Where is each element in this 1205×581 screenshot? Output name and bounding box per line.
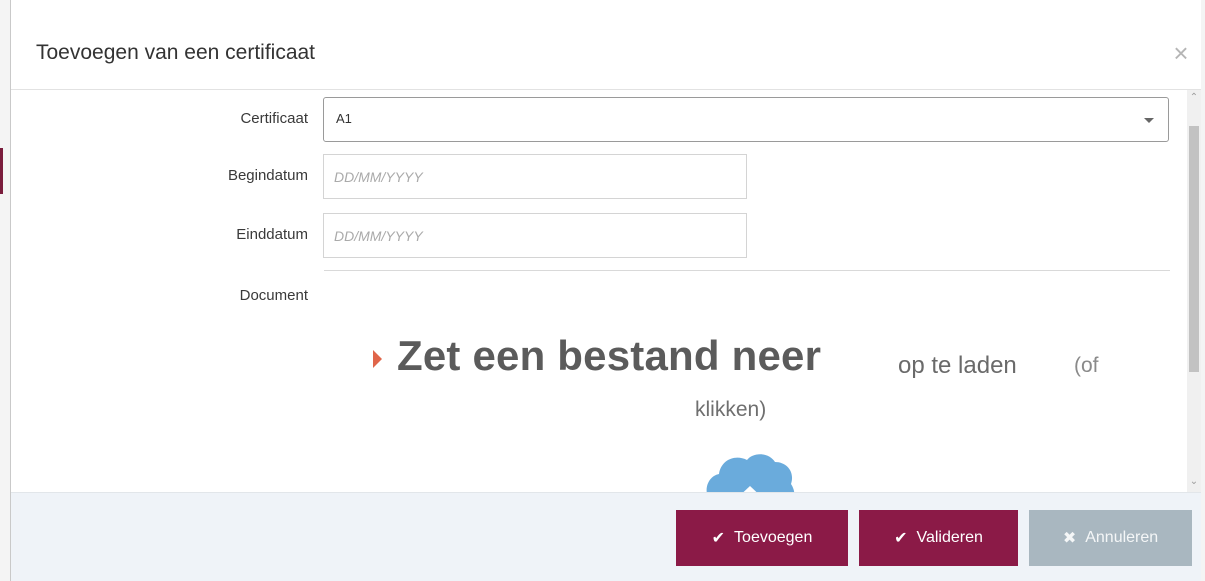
form-divider [324,270,1170,271]
check-icon: ✔ [711,530,726,547]
dropzone-rest-text: op te laden [898,352,1017,379]
end-date-label: Einddatum [236,226,308,243]
end-date-input[interactable] [323,213,747,258]
backdrop-accent-mark [0,148,3,194]
dialog-scrollbar[interactable]: ⌃ ⌄ [1187,90,1201,492]
scroll-down-arrow-icon[interactable]: ⌄ [1187,474,1201,490]
close-icon: × [1173,38,1189,68]
cancel-button-label: Annuleren [1085,529,1159,546]
scroll-up-arrow-icon[interactable]: ⌃ [1187,90,1201,106]
caret-down-icon [1144,118,1154,123]
start-date-label: Begindatum [227,167,308,184]
check-icon: ✔ [894,530,908,547]
validate-button-label: Valideren [916,529,983,546]
times-icon: ✖ [1062,530,1077,547]
add-button[interactable]: ✔ Toevoegen [676,510,848,566]
close-button[interactable]: × [1169,40,1193,68]
cloud-upload-icon [706,454,795,492]
dialog-header: Toevoegen van een certificaat × [11,0,1201,90]
dropzone-or-text: (of [1074,354,1099,377]
document-label: Document [239,287,308,304]
add-certificate-dialog: Toevoegen van een certificaat × Certific… [10,0,1201,581]
dialog-title: Toevoegen van een certificaat [36,41,316,64]
backdrop-right-edge [1201,0,1205,581]
caret-right-icon [373,350,382,368]
add-button-label: Toevoegen [734,529,813,546]
certificate-select-value: A1 [336,111,352,126]
start-date-input[interactable] [323,154,747,199]
scrollbar-thumb[interactable] [1189,126,1199,372]
dialog-footer: ✔ Toevoegen ✔ Valideren ✖ Annuleren [11,492,1201,581]
dropzone-click-text: klikken) [695,398,767,421]
certificate-select[interactable]: A1 [323,97,1169,142]
dialog-body: Certificaat A1 Begindatum Einddatum Docu… [11,90,1201,492]
file-dropzone[interactable]: Zet een bestand neer op te laden (of kli… [323,320,1169,492]
validate-button[interactable]: ✔ Valideren [859,510,1018,566]
backdrop-left-edge [0,0,10,581]
certificate-label: Certificaat [240,110,308,127]
cancel-button[interactable]: ✖ Annuleren [1029,510,1192,566]
dropzone-main-text: Zet een bestand neer [397,332,822,379]
